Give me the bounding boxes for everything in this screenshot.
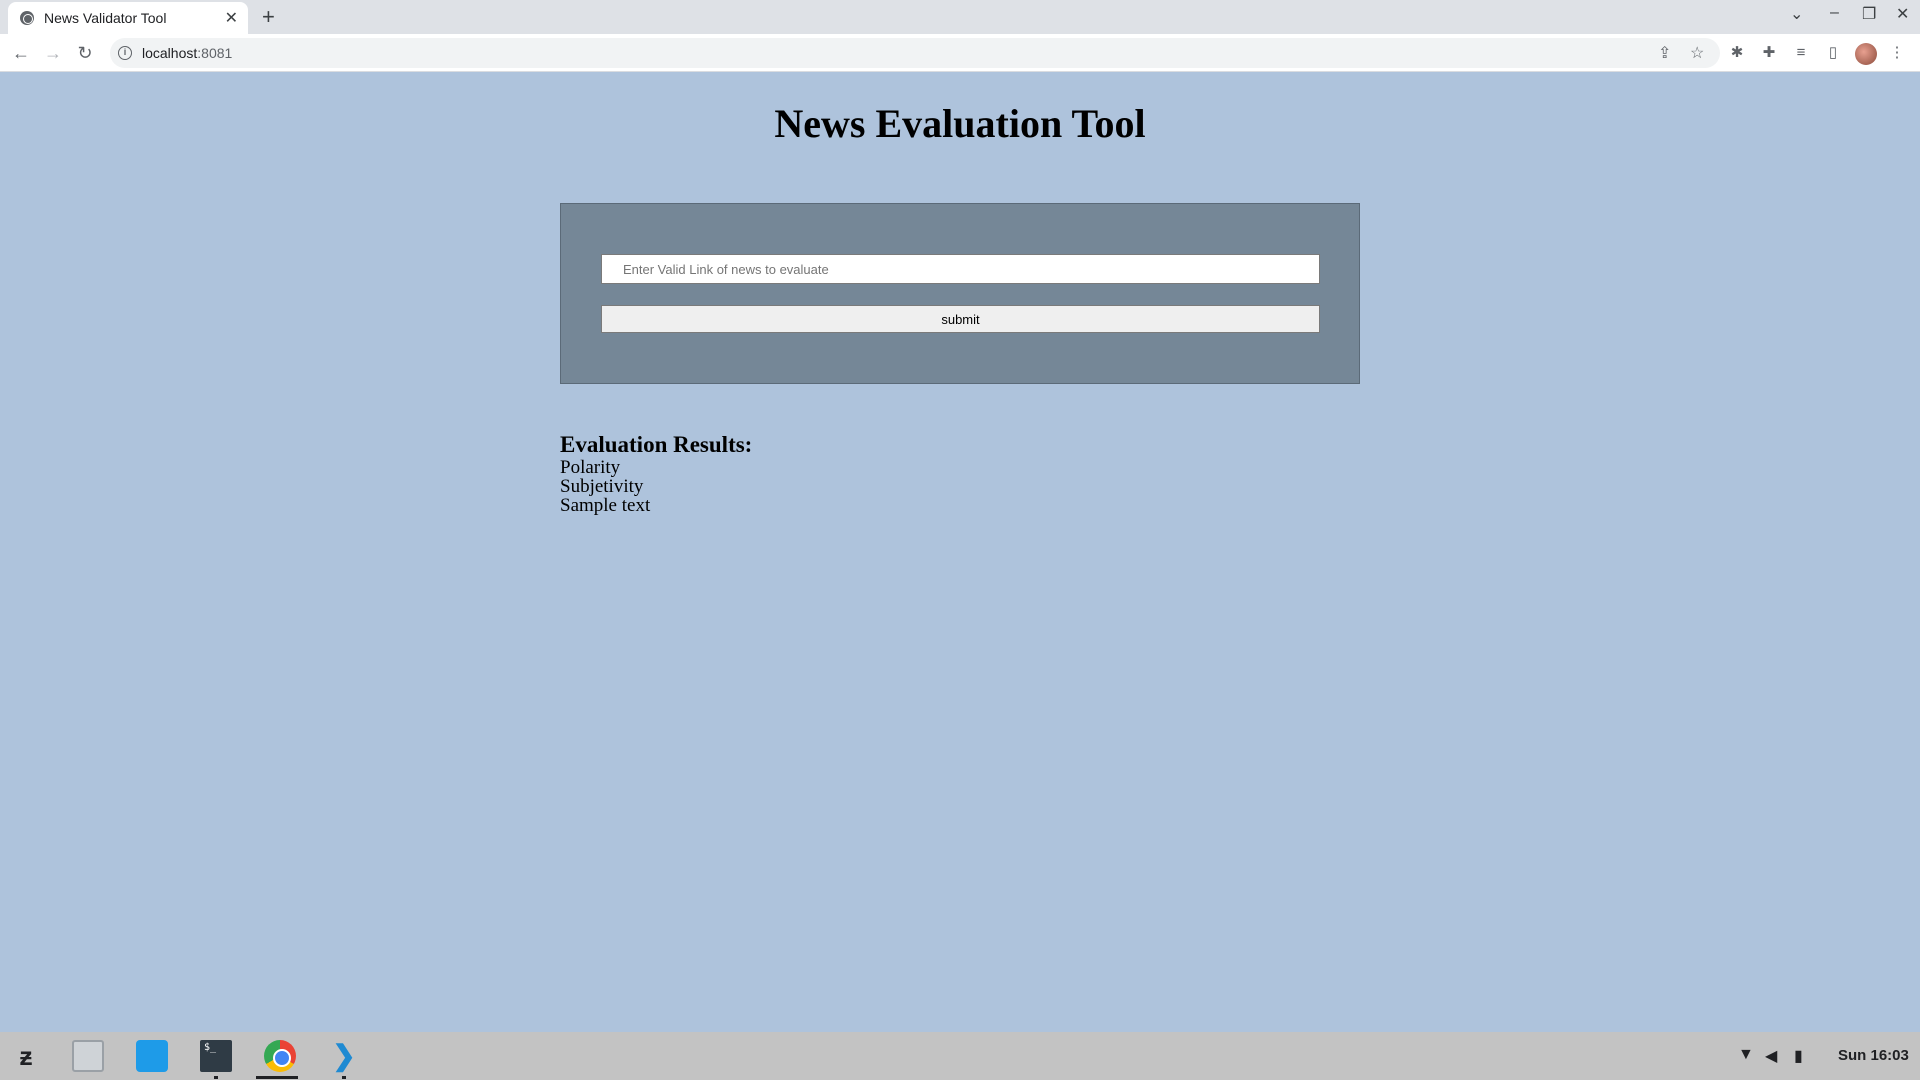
back-icon[interactable]: ←: [8, 40, 34, 66]
submit-button[interactable]: submit: [601, 305, 1320, 333]
clock[interactable]: Sun 16:03: [1838, 1047, 1909, 1064]
results-heading: Evaluation Results:: [560, 432, 753, 457]
text-result: Sample text: [560, 495, 651, 516]
tab-search-icon[interactable]: ⌄: [1790, 4, 1803, 24]
forward-icon[interactable]: →: [40, 40, 66, 66]
launcher-icon[interactable]: ƶ: [10, 1040, 42, 1072]
taskbar: ƶ $_ ❯ ▼ ◀ ▮ Sun 16:03: [0, 1032, 1920, 1080]
vscode-running-indicator: [342, 1076, 346, 1079]
polarity-result: Polarity: [560, 457, 621, 478]
terminal-icon[interactable]: $_: [200, 1040, 232, 1072]
star-icon[interactable]: ☆: [1690, 43, 1704, 63]
profile-avatar[interactable]: [1855, 43, 1877, 65]
evaluation-form: submit: [560, 203, 1360, 384]
url-host: localhost: [142, 45, 198, 61]
browser-tab[interactable]: News Validator Tool ✕: [8, 2, 248, 34]
news-link-input[interactable]: [601, 254, 1320, 284]
share-icon[interactable]: ⇪: [1658, 43, 1671, 63]
media-icon[interactable]: ≡: [1790, 42, 1812, 64]
reload-icon[interactable]: ↻: [72, 40, 98, 66]
minimize-icon[interactable]: –: [1830, 4, 1839, 22]
wifi-icon[interactable]: ▼: [1738, 1046, 1754, 1064]
url-port: :8081: [197, 45, 233, 61]
terminal-running-indicator: [214, 1076, 218, 1079]
battery-icon[interactable]: ▮: [1794, 1046, 1803, 1066]
url-text[interactable]: localhost:8081: [142, 45, 232, 61]
files-icon[interactable]: [72, 1040, 104, 1072]
browser-toolbar: ← → ↻ i localhost:8081 ⇪ ☆ ✱ ✚ ≡ ▯ ⋮: [0, 34, 1920, 72]
extension-icon[interactable]: ✱: [1726, 42, 1748, 64]
sidepanel-icon[interactable]: ▯: [1822, 42, 1844, 64]
subjectivity-result: Subjetivity: [560, 476, 644, 497]
new-tab-button[interactable]: +: [262, 4, 275, 30]
tab-strip: News Validator Tool ✕ + ⌄ – ❐ ✕: [0, 0, 1920, 34]
site-info-icon[interactable]: i: [118, 46, 132, 60]
tab-close-icon[interactable]: ✕: [225, 8, 238, 28]
menu-icon[interactable]: ⋮: [1886, 42, 1908, 64]
close-window-icon[interactable]: ✕: [1896, 4, 1909, 24]
results-section: Evaluation Results: Polarity Subjetivity…: [560, 432, 752, 515]
restore-icon[interactable]: ❐: [1862, 4, 1876, 24]
volume-icon[interactable]: ◀: [1765, 1046, 1777, 1066]
store-icon[interactable]: [136, 1040, 168, 1072]
page-title: News Evaluation Tool: [774, 101, 1146, 146]
chrome-icon[interactable]: [264, 1040, 296, 1072]
puzzle-icon[interactable]: ✚: [1758, 42, 1780, 64]
chrome-active-indicator: [256, 1076, 298, 1079]
globe-icon: [20, 11, 34, 25]
vscode-icon[interactable]: ❯: [328, 1040, 360, 1072]
tab-title: News Validator Tool: [44, 10, 167, 26]
address-bar[interactable]: i localhost:8081 ⇪ ☆: [110, 38, 1720, 68]
